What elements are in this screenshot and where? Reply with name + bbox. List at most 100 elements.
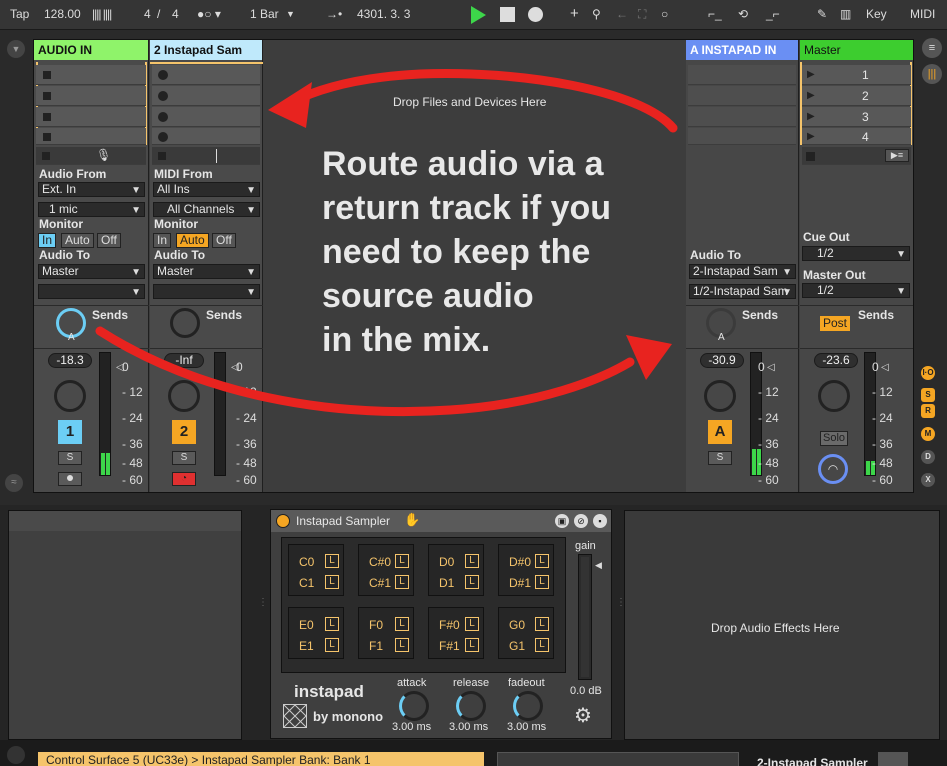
input-channel-select[interactable]: 1 mic <box>38 202 145 217</box>
release-knob[interactable] <box>456 691 486 721</box>
pad-loop-toggle[interactable]: L <box>325 575 339 589</box>
volume-field[interactable]: -30.9 <box>700 353 744 368</box>
track-activator-button[interactable]: 1 <box>58 420 82 444</box>
track-header[interactable]: 2 Instapad Sam <box>150 40 262 60</box>
pad-loop-toggle[interactable]: L <box>465 617 479 631</box>
monitor-in-button[interactable]: In <box>38 233 57 248</box>
midi-map-button[interactable]: MIDI <box>910 7 935 21</box>
wave-icon[interactable]: ≈ <box>5 474 23 492</box>
returns-toggle-icon[interactable]: R <box>921 404 935 418</box>
headphones-icon[interactable]: ◠ <box>818 454 848 484</box>
keyboard-icon[interactable]: ▥ <box>840 7 851 21</box>
sample-pad[interactable]: F#0 L F#1 L <box>428 607 484 659</box>
clip-slot[interactable] <box>36 107 146 127</box>
pad-loop-toggle[interactable]: L <box>465 638 479 652</box>
pad-loop-toggle[interactable]: L <box>465 554 479 568</box>
volume-field[interactable]: -23.6 <box>814 353 858 368</box>
cue-out-select[interactable]: 1/2 <box>802 246 910 261</box>
track-header[interactable]: Master <box>800 40 913 60</box>
loop-icon[interactable]: ⟲ <box>738 7 748 21</box>
pad-loop-toggle[interactable]: L <box>535 554 549 568</box>
monitor-off-button[interactable]: Off <box>212 233 236 248</box>
monitor-auto-button[interactable]: Auto <box>61 233 94 248</box>
collapse-icon[interactable]: ▼ <box>7 40 25 58</box>
punch-in-icon[interactable]: ⌐_ <box>708 7 722 21</box>
pan-knob[interactable] <box>54 380 86 412</box>
mixer-view-icon[interactable]: ||| <box>922 64 942 84</box>
solo-button[interactable]: S <box>58 451 82 465</box>
sample-pad[interactable]: E0 L E1 L <box>288 607 344 659</box>
pan-knob[interactable] <box>704 380 736 412</box>
pad-loop-toggle[interactable]: L <box>395 554 409 568</box>
clip-slot[interactable] <box>688 107 796 127</box>
sample-pad[interactable]: D#0 L D#1 L <box>498 544 554 596</box>
pan-knob[interactable] <box>818 380 850 412</box>
clip-slot[interactable] <box>688 86 796 106</box>
clip-slot[interactable] <box>688 128 796 145</box>
audio-to-select[interactable]: Master <box>38 264 145 279</box>
stop-all-icon[interactable] <box>158 152 166 160</box>
sample-pad[interactable]: D0 L D1 L <box>428 544 484 596</box>
pad-loop-toggle[interactable]: L <box>325 617 339 631</box>
output-channel-select[interactable]: 1/2-Instapad Sam <box>689 284 796 299</box>
sample-pad[interactable]: F0 L F1 L <box>358 607 414 659</box>
pad-loop-toggle[interactable]: L <box>395 575 409 589</box>
gear-icon[interactable]: ⚙ <box>574 703 592 728</box>
sample-pad[interactable]: G0 L G1 L <box>498 607 554 659</box>
capture-icon[interactable]: ⛶ <box>638 7 646 22</box>
track-activator-button[interactable]: 2 <box>172 420 196 444</box>
track-activator-button[interactable]: A <box>708 420 732 444</box>
scene-launch[interactable]: ▶ 4 <box>802 128 911 145</box>
clip-slot[interactable] <box>36 128 146 145</box>
save-preset-icon[interactable]: ▪ <box>593 514 607 528</box>
back-to-arrangement-icon[interactable]: ← <box>616 7 628 21</box>
solo-button[interactable]: Solo <box>820 431 848 446</box>
play-icon[interactable] <box>471 6 486 24</box>
sample-pad[interactable]: C#0 L C#1 L <box>358 544 414 596</box>
scene-expand-icon[interactable]: ▶≡ <box>885 149 909 162</box>
midi-channel-select[interactable]: All Channels <box>153 202 260 217</box>
mixer-toggle-icon[interactable]: M <box>921 427 935 441</box>
tap-tempo-button[interactable]: Tap <box>10 7 29 21</box>
pad-loop-toggle[interactable]: L <box>535 638 549 652</box>
follow-icon[interactable]: →• <box>326 7 342 21</box>
post-button[interactable]: Post <box>820 316 851 331</box>
automation-arm-icon[interactable]: ⚲ <box>592 7 601 21</box>
nudge-icon[interactable]: |||| |||| <box>92 7 112 21</box>
grip-icon[interactable]: ⋮ <box>258 597 268 608</box>
pad-loop-toggle[interactable]: L <box>465 575 479 589</box>
volume-field[interactable]: -18.3 <box>48 353 92 368</box>
clip-slot[interactable] <box>36 86 146 106</box>
track-thumbnail[interactable] <box>878 752 908 766</box>
monitor-in-button[interactable]: In <box>153 233 172 248</box>
solo-button[interactable]: S <box>708 451 732 465</box>
microphone-icon[interactable]: 🎙 <box>96 148 111 162</box>
pad-loop-toggle[interactable]: L <box>395 638 409 652</box>
pad-loop-toggle[interactable]: L <box>535 617 549 631</box>
audio-to-select[interactable]: 2-Instapad Sam <box>689 264 796 279</box>
attack-knob[interactable] <box>399 691 429 721</box>
overdub-icon[interactable]: + <box>570 5 579 22</box>
edit-icon[interactable]: ▣ <box>555 514 569 528</box>
clip-slot[interactable] <box>152 65 260 85</box>
monitor-off-button[interactable]: Off <box>97 233 121 248</box>
output-channel-select[interactable] <box>153 284 260 299</box>
clip-slot[interactable] <box>688 65 796 85</box>
io-toggle-icon[interactable]: I·O <box>921 366 935 380</box>
pan-knob[interactable] <box>168 380 200 412</box>
clip-slot[interactable] <box>152 128 260 145</box>
arrangement-position[interactable]: 4301. 3. 3 <box>357 7 410 21</box>
scene-launch[interactable]: ▶ 1 <box>802 65 911 85</box>
gain-value[interactable]: 0.0 dB <box>570 685 602 697</box>
info-toggle-icon[interactable] <box>7 746 25 764</box>
metronome-icon[interactable]: ●○ ▾ <box>197 7 221 21</box>
track-header[interactable]: A INSTAPAD IN <box>686 40 798 60</box>
volume-slider-icon[interactable]: ◁ <box>881 362 889 373</box>
device-power-icon[interactable] <box>276 514 290 528</box>
clip-slot[interactable] <box>152 86 260 106</box>
punch-out-icon[interactable]: _⌐ <box>766 7 780 21</box>
arm-button[interactable]: ◔ <box>172 472 196 486</box>
clip-slot[interactable] <box>36 65 146 85</box>
sends-toggle-icon[interactable]: S <box>921 388 935 402</box>
draw-mode-icon[interactable]: ✎ <box>817 7 827 21</box>
